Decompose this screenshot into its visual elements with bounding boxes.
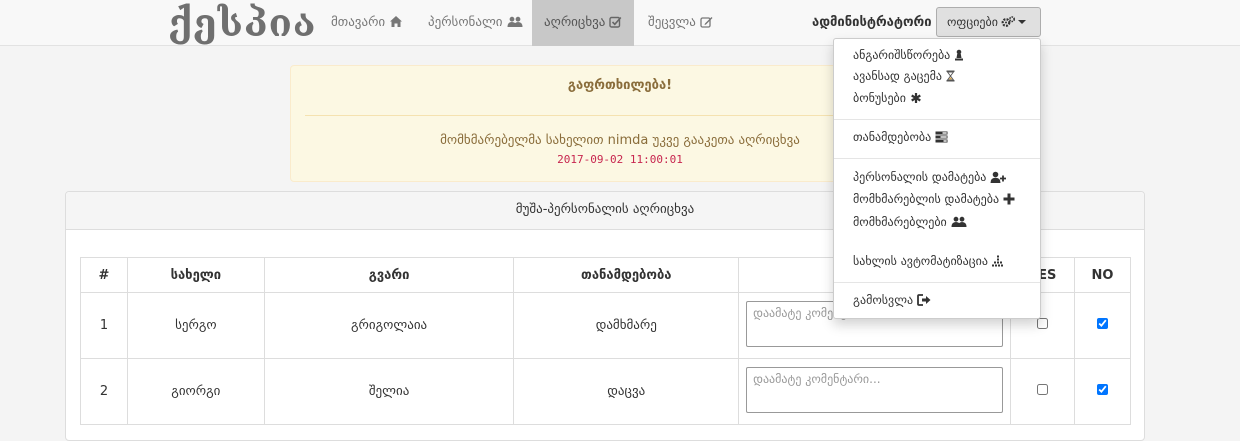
nav-item-label: შეცვლა xyxy=(648,15,696,30)
check-square-icon xyxy=(609,16,622,28)
plus-icon xyxy=(1003,193,1015,205)
hourglass-icon xyxy=(946,70,955,82)
nav-item-staff[interactable]: პერსონალი xyxy=(416,0,535,46)
cell-position: დაცვა xyxy=(513,358,740,425)
chess-pawn-icon xyxy=(955,49,964,61)
options-dropdown-button[interactable]: ოფციები xyxy=(936,7,1041,37)
menu-divider xyxy=(834,119,1040,120)
column-header-number: # xyxy=(80,257,128,293)
menu-item-logout[interactable]: გამოსვლა xyxy=(853,290,931,310)
menu-item-label: პერსონალის დამატება xyxy=(853,170,987,184)
cell-first-name: გიორგი xyxy=(126,358,265,425)
menu-item-label: ანგარიშსწორება xyxy=(853,48,951,62)
home-icon xyxy=(390,16,403,27)
comment-input[interactable] xyxy=(746,366,1004,413)
cell-no xyxy=(1074,358,1131,425)
edit-icon xyxy=(700,17,713,28)
brand-logo[interactable]: ქესპია xyxy=(168,2,317,44)
cell-last-name: შელია xyxy=(263,358,515,425)
menu-item-label: გამოსვლა xyxy=(853,293,914,307)
cell-number: 2 xyxy=(80,358,128,425)
nav-item-home[interactable]: მთავარი xyxy=(319,0,415,46)
alert-message-prefix: მომხმარებელმა სახელით xyxy=(440,133,608,148)
cell-first-name: სერგო xyxy=(126,292,265,359)
nav-item-label: პერსონალი xyxy=(428,15,503,30)
options-label: ოფციები xyxy=(947,15,998,29)
menu-item-label: ბონუსები xyxy=(853,91,906,105)
alert-username: nimda xyxy=(607,133,649,148)
grid-icon xyxy=(991,255,1003,267)
cell-position: დამხმარე xyxy=(513,292,740,359)
options-dropdown-menu: ანგარიშსწორება ავანსად გაცემა ბონუსები თ… xyxy=(833,38,1041,319)
menu-divider xyxy=(834,158,1040,159)
yes-checkbox[interactable] xyxy=(1037,318,1049,329)
menu-item-users[interactable]: მომხმარებლები xyxy=(853,212,967,232)
tasks-icon xyxy=(935,131,948,143)
cell-number: 1 xyxy=(80,292,128,359)
users-icon xyxy=(507,16,523,27)
menu-item-positions[interactable]: თანამდებობა xyxy=(853,127,948,147)
no-checkbox[interactable] xyxy=(1097,384,1109,395)
menu-item-label: მომხმარებლის დამატება xyxy=(853,192,1000,206)
sign-out-icon xyxy=(917,294,931,306)
no-checkbox[interactable] xyxy=(1097,318,1109,329)
menu-item-label: თანამდებობა xyxy=(853,130,932,144)
asterisk-icon xyxy=(911,93,921,103)
cell-comment xyxy=(738,358,1012,425)
chevron-down-icon xyxy=(1017,20,1026,24)
column-header-first-name: სახელი xyxy=(126,257,265,293)
table-row: 2 გიორგი შელია დაცვა xyxy=(80,358,1131,425)
cogs-icon xyxy=(1001,16,1015,27)
cell-last-name: გრიგოლაია xyxy=(263,292,515,359)
menu-divider xyxy=(834,282,1040,283)
nav-item-edit[interactable]: შეცვლა xyxy=(636,0,725,46)
nav-item-label: მთავარი xyxy=(331,15,386,30)
nav-item-label: აღრიცხვა xyxy=(544,15,606,30)
column-header-no: NO xyxy=(1074,257,1131,293)
column-header-position: თანამდებობა xyxy=(513,257,740,293)
yes-checkbox[interactable] xyxy=(1037,384,1049,395)
cell-yes xyxy=(1010,358,1076,425)
column-header-last-name: გვარი xyxy=(263,257,515,293)
menu-item-home-automation[interactable]: სახლის ავტომატიზაცია xyxy=(853,251,1004,271)
user-plus-icon xyxy=(990,171,1007,183)
menu-item-label: მომხმარებლები xyxy=(853,215,947,229)
cell-no xyxy=(1074,292,1131,359)
users-icon xyxy=(951,216,967,227)
menu-item-add-user[interactable]: მომხმარებლის დამატება xyxy=(853,189,1015,209)
nav-item-registry[interactable]: აღრიცხვა xyxy=(532,0,634,46)
menu-item-label: ავანსად გაცემა xyxy=(853,69,942,83)
menu-item-settlement[interactable]: ანგარიშსწორება xyxy=(853,45,964,65)
menu-item-advance[interactable]: ავანსად გაცემა xyxy=(853,66,955,86)
menu-item-bonuses[interactable]: ბონუსები xyxy=(853,88,922,108)
menu-item-label: სახლის ავტომატიზაცია xyxy=(853,254,988,268)
navbar: ქესპია მთავარი პერსონალი აღრიცხვა შეცვლა… xyxy=(0,0,1240,46)
alert-message-suffix: უკვე გააკეთა აღრიცხვა xyxy=(648,133,800,148)
menu-item-add-staff[interactable]: პერსონალის დამატება xyxy=(853,167,1007,187)
